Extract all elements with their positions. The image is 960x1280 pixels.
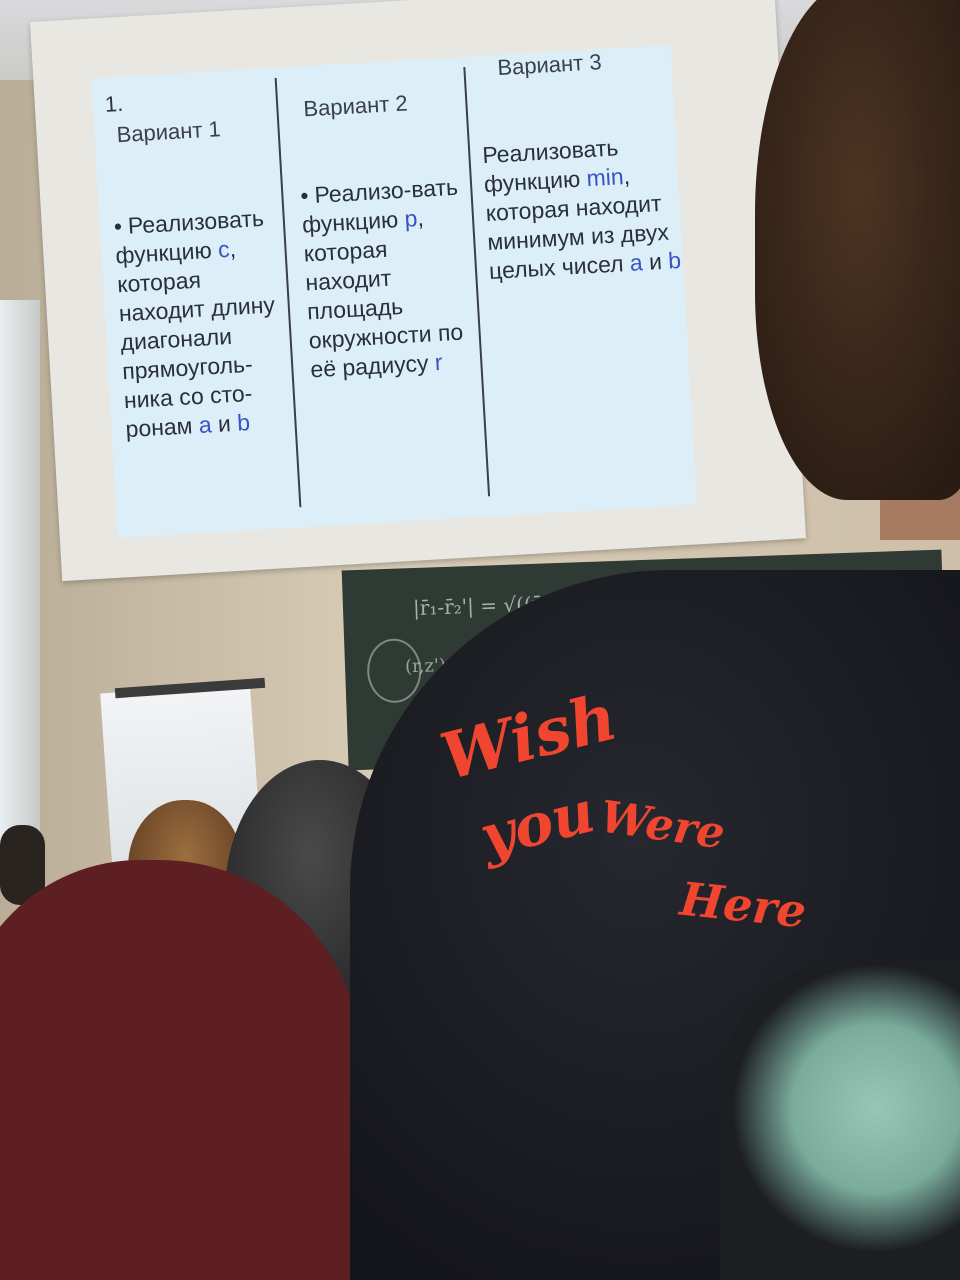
photo-scene: |r̄₁-r̄₂'| = √((r̄-r̄')·(r̄-r̄')) (r,z')… — [0, 0, 960, 1280]
variable-name: b — [236, 409, 251, 436]
task-text: и — [641, 247, 669, 276]
bullet: • — [113, 213, 123, 240]
projector-screen: 1. Вариант 1 • Реализовать функцию c, кот… — [30, 0, 807, 582]
window — [0, 300, 40, 860]
slide: 1. Вариант 1 • Реализовать функцию c, кот… — [91, 45, 697, 538]
variable-name: b — [667, 246, 682, 274]
variant-3-column: Вариант 3 Реализовать функцию min, котор… — [467, 45, 697, 516]
bullet: • — [299, 182, 310, 209]
variant-1-heading: Вариант 1 — [115, 116, 222, 148]
hair — [755, 0, 960, 500]
variant-2-heading: Вариант 2 — [302, 90, 409, 122]
variant-2-task: • Реализо-вать функцию p, которая находит… — [300, 172, 481, 384]
shirt-graphic — [720, 960, 960, 1280]
task-text: и — [210, 409, 238, 438]
task-text: Реализовать функцию — [114, 204, 265, 269]
variant-1-column: Вариант 1 • Реализовать функцию c, котора… — [91, 68, 302, 538]
variant-3-task: Реализовать функцию min, которая находит… — [482, 130, 685, 286]
variant-2-column: Вариант 2 • Реализо-вать функцию p, котор… — [279, 57, 490, 527]
variant-3-heading: Вариант 3 — [496, 49, 603, 81]
task-text: Реализо-вать функцию — [301, 173, 459, 238]
foreground-shoulder — [0, 860, 360, 1280]
variable-name: min — [585, 163, 625, 192]
variant-1-task: • Реализовать функцию c, которая находит … — [113, 203, 296, 444]
variable-name: r — [433, 348, 444, 376]
